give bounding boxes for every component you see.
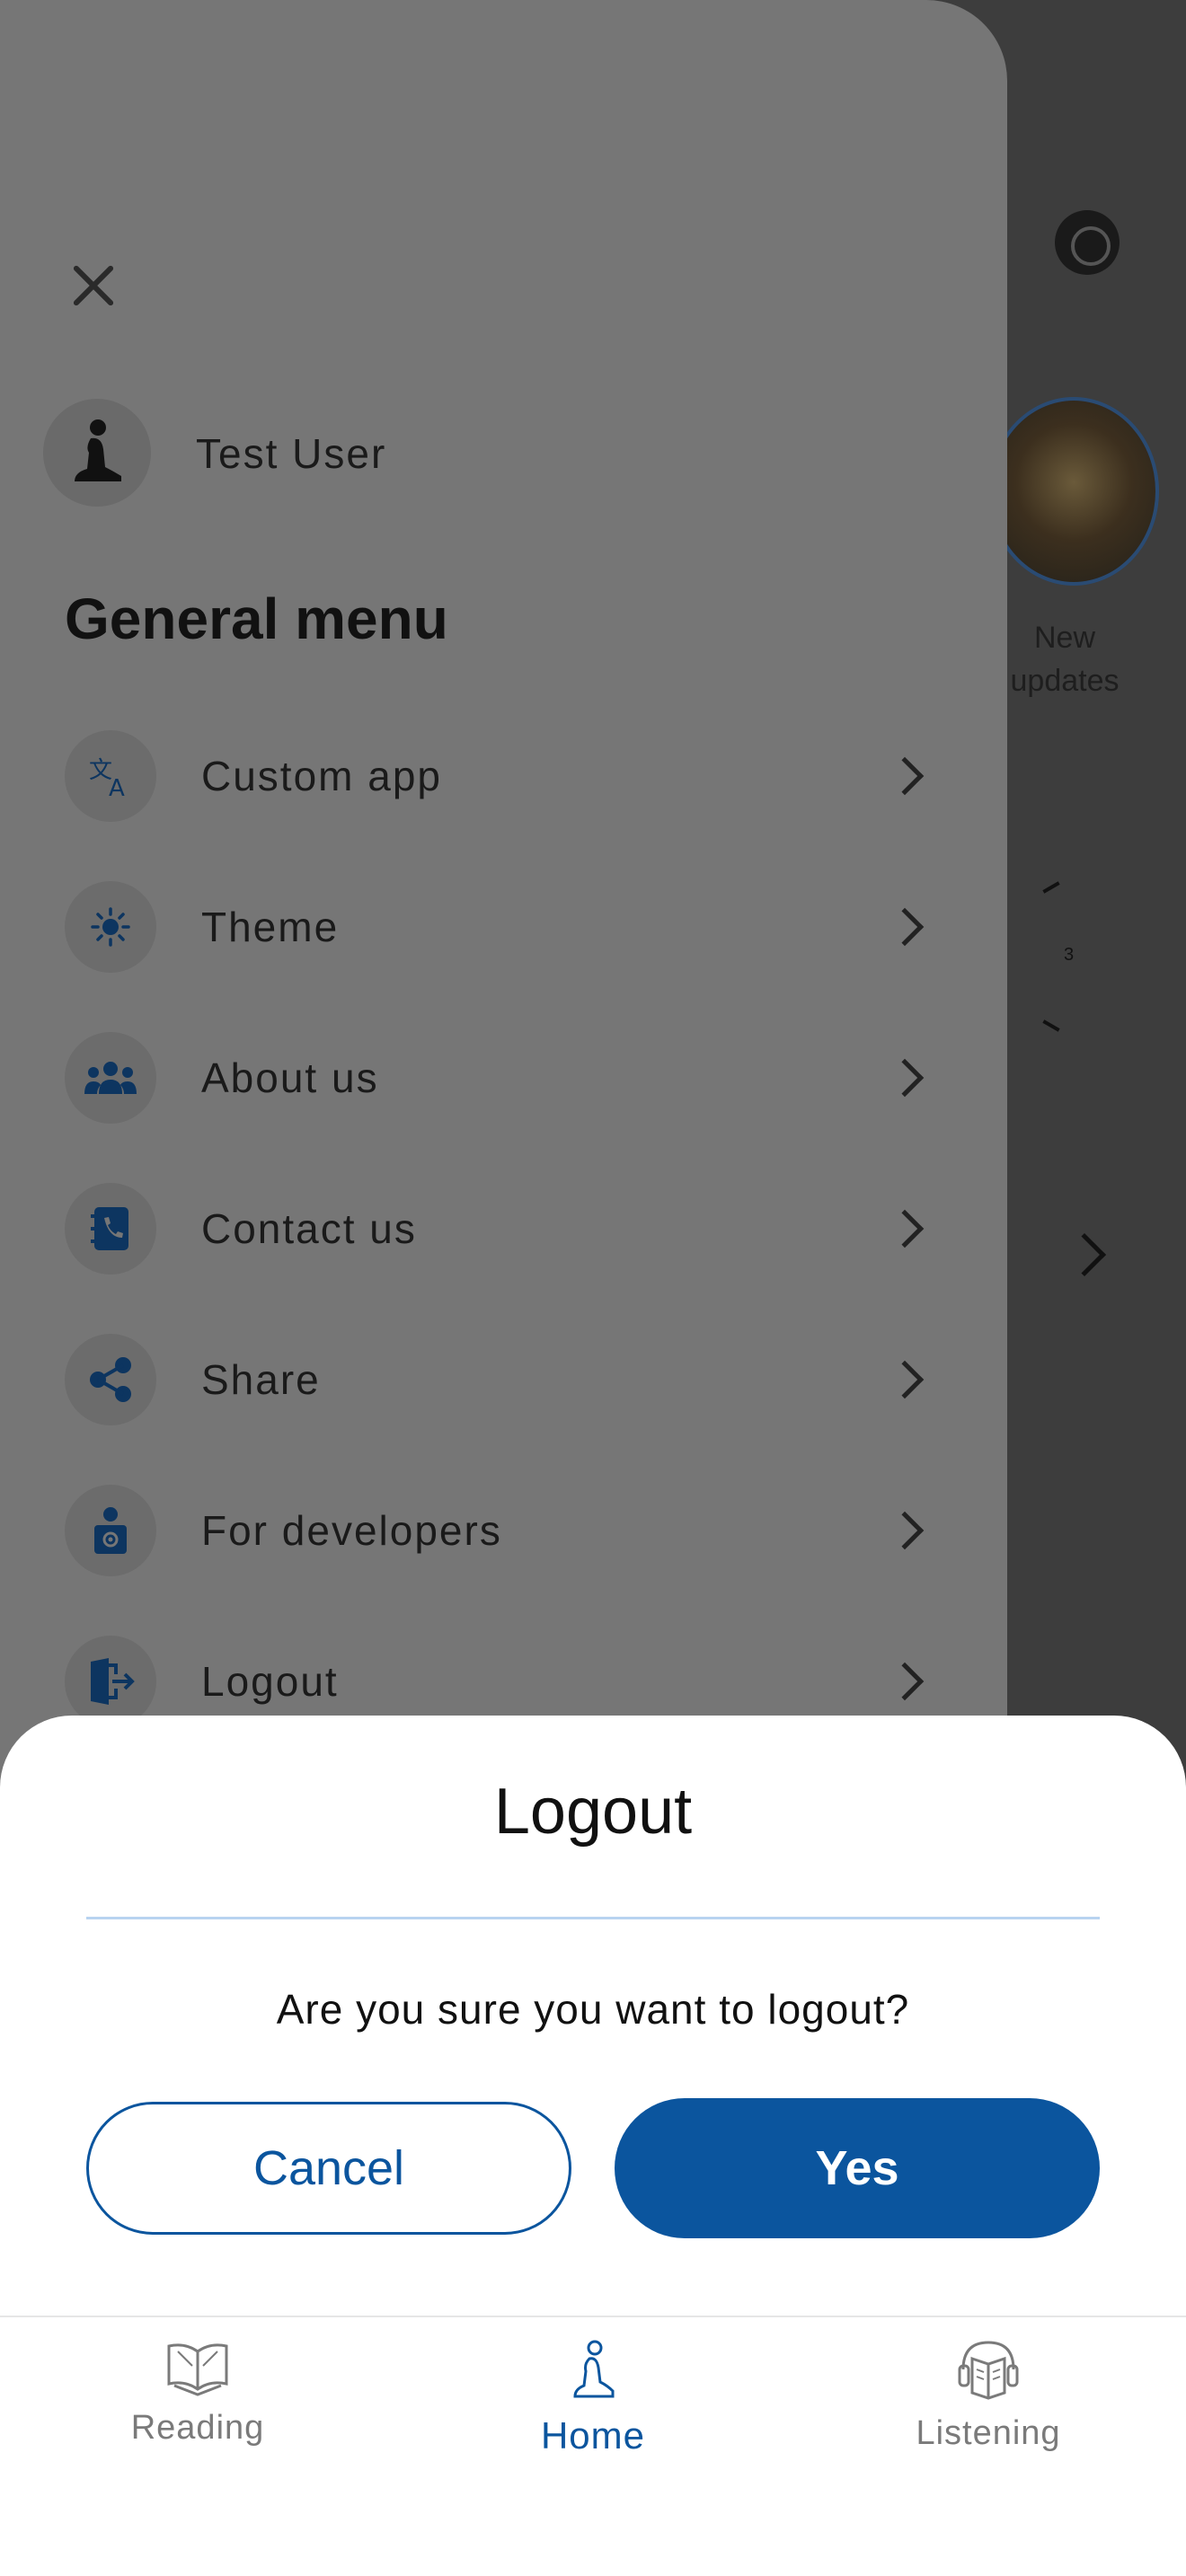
qibla-compass-icon[interactable]: [1055, 210, 1120, 275]
menu-item-contact-us[interactable]: Contact us: [65, 1182, 936, 1275]
sun-icon: [65, 881, 156, 973]
praying-person-icon: [75, 419, 121, 481]
chevron-right-icon: [885, 756, 925, 796]
story-label-line2: updates: [1010, 664, 1120, 698]
dialog-title: Logout: [493, 1776, 693, 1848]
chevron-right-icon: [885, 1511, 925, 1550]
chevron-right-icon: [885, 1209, 925, 1248]
dialog-message: Are you sure you want to logout?: [276, 1986, 910, 2033]
menu-item-for-developers[interactable]: For developers: [65, 1484, 936, 1577]
translate-icon: 文A: [65, 730, 156, 822]
story-label: New updates: [988, 616, 1141, 702]
avatar[interactable]: [43, 399, 151, 507]
menu-item-label: Contact us: [201, 1205, 417, 1252]
menu-item-label: Share: [201, 1356, 321, 1403]
menu-item-label: Custom app: [201, 753, 443, 799]
clock-number: 3: [1064, 945, 1075, 965]
menu-item-logout[interactable]: Logout: [65, 1635, 936, 1728]
user-name: Test User: [196, 430, 387, 477]
open-book-icon: [167, 2343, 228, 2396]
chevron-right-icon: [885, 1662, 925, 1701]
menu-item-label: Theme: [201, 904, 340, 950]
prayer-icon: [573, 2340, 615, 2398]
menu-title: General menu: [65, 587, 448, 651]
chevron-right-icon[interactable]: [1062, 1232, 1107, 1277]
confirm-logout-button[interactable]: Yes: [615, 2098, 1100, 2238]
cancel-button[interactable]: Cancel: [86, 2102, 571, 2235]
nav-tab-reading[interactable]: Reading: [63, 2339, 332, 2448]
menu-item-label: Logout: [201, 1658, 339, 1705]
chevron-right-icon: [885, 907, 925, 947]
nav-tab-listening[interactable]: Listening: [854, 2339, 1123, 2453]
menu-item-label: For developers: [201, 1507, 502, 1554]
story-label-line1: New: [1033, 621, 1096, 655]
close-icon[interactable]: [61, 253, 126, 318]
chevron-right-icon: [885, 1058, 925, 1098]
menu-item-theme[interactable]: Theme: [65, 880, 936, 974]
menu-item-share[interactable]: Share: [65, 1333, 936, 1426]
clock-tick: [1042, 881, 1060, 894]
svg-text:A: A: [109, 775, 125, 799]
nav-label: Home: [540, 2414, 646, 2457]
nav-label: Reading: [130, 2409, 265, 2447]
audio-book-icon: [958, 2341, 1019, 2400]
menu-item-about-us[interactable]: About us: [65, 1031, 936, 1125]
menu-item-label: About us: [201, 1054, 379, 1101]
share-icon: [65, 1334, 156, 1425]
logout-icon: [65, 1636, 156, 1727]
nav-label: Listening: [916, 2414, 1061, 2452]
story-thumbnail[interactable]: [988, 397, 1159, 586]
menu-item-custom-app[interactable]: 文A Custom app: [65, 729, 936, 823]
clock-tick: [1042, 1019, 1060, 1032]
nav-tab-home[interactable]: Home: [458, 2339, 728, 2457]
dialog-divider: [86, 1917, 1100, 1919]
phone-book-icon: [65, 1183, 156, 1275]
developer-icon: [65, 1485, 156, 1576]
chevron-right-icon: [885, 1360, 925, 1399]
group-icon: [65, 1032, 156, 1124]
